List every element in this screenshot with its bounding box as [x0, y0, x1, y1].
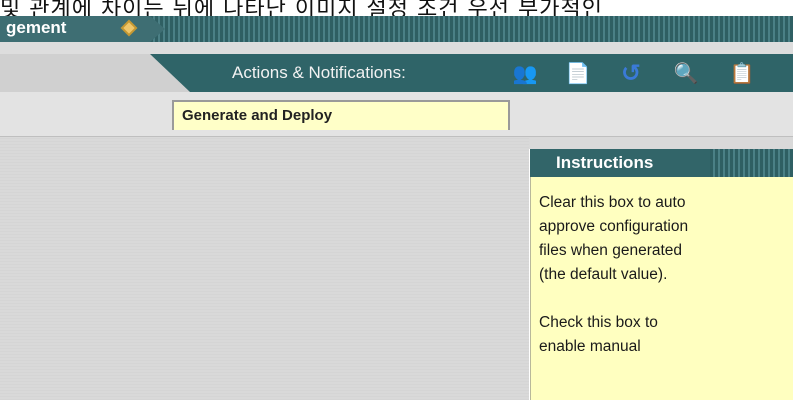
right-gutter [529, 137, 793, 149]
instructions-paragraph: Clear this box to auto approve configura… [539, 194, 689, 283]
instructions-header-bg: Instructions [530, 149, 710, 177]
tab-generate-and-deploy[interactable]: Generate and Deploy [172, 100, 510, 130]
page-title: gement [6, 18, 67, 37]
title-bar: gement [0, 16, 793, 42]
actions-label: Actions & Notifications: [232, 63, 406, 82]
main-content-area [0, 137, 529, 400]
tab-label: Generate and Deploy [182, 107, 333, 124]
instructions-header: Instructions [530, 149, 793, 177]
instructions-panel: Clear this box to auto approve configura… [530, 177, 793, 400]
document-list-icon[interactable]: 📋 [728, 59, 756, 87]
search-users-icon[interactable]: 🔍 [672, 59, 700, 87]
title-tab: gement [0, 16, 165, 42]
actions-toolbar: Actions & Notifications: 👥 📄 ↺ 🔍 📋 [0, 54, 793, 92]
diamond-icon [123, 22, 135, 34]
tab-strip: Generate and Deploy [0, 92, 793, 137]
copy-document-icon[interactable]: 📄 [564, 59, 592, 87]
instructions-paragraph: Check this box to enable manual [539, 314, 658, 355]
instructions-title: Instructions [556, 153, 654, 172]
undo-arrow-icon[interactable]: ↺ [617, 59, 645, 87]
people-icon[interactable]: 👥 [511, 59, 539, 87]
